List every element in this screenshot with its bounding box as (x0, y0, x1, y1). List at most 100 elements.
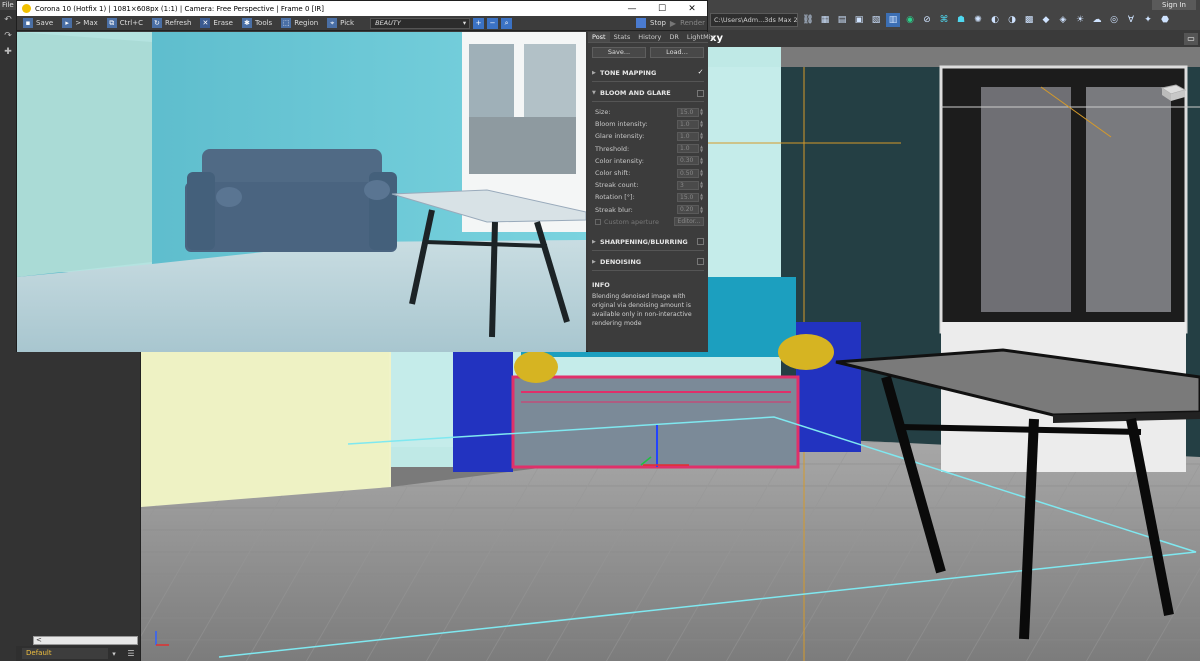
scroll-left-icon[interactable]: < (36, 636, 42, 644)
stop-button[interactable]: Stop (650, 19, 666, 27)
scene-explorer-icon[interactable]: ☗ (954, 13, 968, 27)
vfb-copy-button[interactable]: ⧉ Ctrl+C (104, 17, 146, 29)
spinner-icon[interactable]: ▲ ▼ (699, 144, 704, 153)
rect-select-icon[interactable]: ▣ (852, 13, 866, 27)
curve-editor-icon[interactable]: ✺ (971, 13, 985, 27)
link-icon[interactable]: ⛓ (801, 13, 815, 27)
zoom-in-icon[interactable]: + (473, 17, 485, 29)
align-icon[interactable]: ⌘ (937, 13, 951, 27)
rendered-frame-icon[interactable]: ◆ (1039, 13, 1053, 27)
color-shift-input[interactable]: 0.50 (677, 168, 699, 178)
stop-icon[interactable] (636, 18, 646, 28)
vfb-erase-button[interactable]: ✕ Erase (197, 17, 236, 29)
size-input[interactable]: 15.0 (677, 107, 699, 117)
undo-icon[interactable]: ↶ (2, 14, 14, 26)
spinner-icon[interactable]: ▲ ▼ (699, 120, 704, 128)
close-icon[interactable]: ✕ (677, 4, 707, 14)
cloud-render-icon[interactable]: ◎ (1107, 13, 1121, 27)
region-icon: ⬚ (281, 18, 292, 28)
render-button[interactable]: Render (680, 19, 705, 27)
mirror-icon[interactable]: ⊘ (920, 13, 934, 27)
bloom-intensity-input[interactable]: 1.0 (677, 119, 699, 129)
minimize-icon[interactable]: — (617, 4, 647, 14)
tab-stats[interactable]: Stats (610, 32, 635, 42)
param-bloom-intensity: Bloom intensity: 1.0 ▲ ▼ (595, 119, 704, 129)
threshold-input[interactable]: 1.0 (677, 144, 699, 154)
layers-icon[interactable]: ☰ (124, 649, 138, 658)
material-editor-icon[interactable]: ◑ (1005, 13, 1019, 27)
spinner-icon[interactable]: ▲ ▼ (699, 169, 704, 177)
streak-blur-input[interactable]: 0.20 (677, 205, 699, 215)
redo-icon[interactable]: ↷ (2, 30, 14, 42)
spinner-icon[interactable]: ▲ ▼ (699, 132, 704, 140)
vfb-save-button[interactable]: ▪ Save (20, 17, 56, 29)
tab-dr[interactable]: DR (665, 32, 683, 42)
snap-toggle-icon[interactable]: ◉ (903, 13, 917, 27)
aperture-editor-button[interactable]: Editor... (674, 217, 704, 227)
post-load-button[interactable]: Load... (650, 47, 704, 58)
rotation-input[interactable]: 15.0 (677, 192, 699, 202)
window-crossing-icon[interactable]: ▧ (869, 13, 883, 27)
vfb-refresh-button[interactable]: ↻ Refresh (149, 17, 194, 29)
bloom-checkbox[interactable] (697, 89, 704, 97)
section-bloom-glare[interactable]: ▼ BLOOM AND GLARE (588, 87, 708, 99)
max-main-toolbar: C:\Users\Adm...3ds Max 2024 ⛓ ▦ ▤ ▣ ▧ ▥ … (708, 10, 1200, 30)
section-sharpening[interactable]: ▶ SHARPENING/BLURRING (588, 236, 708, 248)
scene-explorer-scrollbar[interactable]: < (33, 636, 138, 645)
tone-mapping-checkbox[interactable]: ✓ (697, 68, 704, 77)
spinner-icon[interactable]: ▲ ▼ (699, 181, 704, 189)
sign-in-button[interactable]: Sign In (1152, 0, 1196, 10)
section-denoising[interactable]: ▶ DENOISING (588, 256, 708, 268)
spinner-icon[interactable]: ▲ ▼ (699, 205, 704, 214)
zoom-fit-icon[interactable]: ⌕ (501, 17, 513, 29)
extra-tool-icon[interactable]: ⬣ (1158, 13, 1172, 27)
vfb-to-max-button[interactable]: ▸ > Max (59, 17, 101, 29)
tab-lightmix[interactable]: LightMix (683, 32, 718, 42)
sofa-arm-left (453, 347, 513, 472)
render-element-dropdown[interactable]: BEAUTY ▾ (370, 17, 471, 29)
post-save-button[interactable]: Save... (592, 47, 646, 58)
spinner-icon[interactable]: ▲ ▼ (699, 156, 704, 165)
denoising-checkbox[interactable] (697, 258, 704, 266)
maximize-icon[interactable]: ☐ (647, 4, 677, 14)
erase-icon: ✕ (200, 18, 211, 28)
zoom-out-icon[interactable]: − (487, 17, 499, 29)
layer-dropdown[interactable]: Default (22, 648, 108, 659)
render-icon[interactable]: ▶ (670, 19, 676, 28)
menu-file[interactable]: File (0, 1, 14, 9)
custom-aperture-checkbox[interactable] (595, 218, 601, 225)
layer-manager-icon[interactable]: ▥ (886, 13, 900, 27)
param-glare-intensity: Glare intensity: 1.0 ▲ ▼ (595, 131, 704, 141)
render-setup-icon[interactable]: ▩ (1022, 13, 1036, 27)
param-size: Size: 15.0 ▲ ▼ (595, 107, 704, 117)
sharpening-checkbox[interactable] (697, 238, 704, 246)
select-filter-icon[interactable]: ▦ (818, 13, 832, 27)
chevron-down-icon[interactable]: ▾ (108, 650, 120, 658)
spinner-icon[interactable]: ▲ ▼ (699, 193, 704, 201)
chevron-down-icon: ▾ (462, 18, 467, 27)
glare-intensity-input[interactable]: 1.0 (677, 131, 699, 141)
viewcube[interactable] (1158, 82, 1188, 102)
render-production-icon[interactable]: ◈ (1056, 13, 1070, 27)
scene-path-dropdown[interactable]: C:\Users\Adm...3ds Max 2024 (710, 13, 798, 27)
streak-count-input[interactable]: 3 (677, 180, 699, 190)
tab-post[interactable]: Post (588, 32, 610, 42)
create-icon[interactable]: ✚ (2, 46, 14, 58)
render-online-icon[interactable]: ☁ (1090, 13, 1104, 27)
section-tone-mapping[interactable]: ▶ TONE MAPPING ✓ (588, 67, 708, 79)
rendered-image[interactable] (17, 32, 586, 352)
corona-tools-icon[interactable]: ✦ (1141, 13, 1155, 27)
vfb-pick-button[interactable]: ⌖ Pick (324, 17, 357, 29)
vfb-window-title: Corona 10 (Hotfix 1) | 1081×608px (1:1) … (35, 4, 325, 13)
color-intensity-input[interactable]: 0.30 (677, 156, 699, 166)
vfb-tools-button[interactable]: ✱ Tools (239, 17, 275, 29)
schematic-view-icon[interactable]: ◐ (988, 13, 1002, 27)
arnold-icon[interactable]: Ɐ (1124, 13, 1138, 27)
tab-history[interactable]: History (634, 32, 665, 42)
spinner-icon[interactable]: ▲ ▼ (699, 108, 704, 116)
select-by-name-icon[interactable]: ▤ (835, 13, 849, 27)
vfb-region-button[interactable]: ⬚ Region (278, 17, 321, 29)
maximize-viewport-icon[interactable]: ▭ (1184, 32, 1198, 45)
render-iterative-icon[interactable]: ☀ (1073, 13, 1087, 27)
vfb-titlebar[interactable]: Corona 10 (Hotfix 1) | 1081×608px (1:1) … (17, 1, 707, 16)
